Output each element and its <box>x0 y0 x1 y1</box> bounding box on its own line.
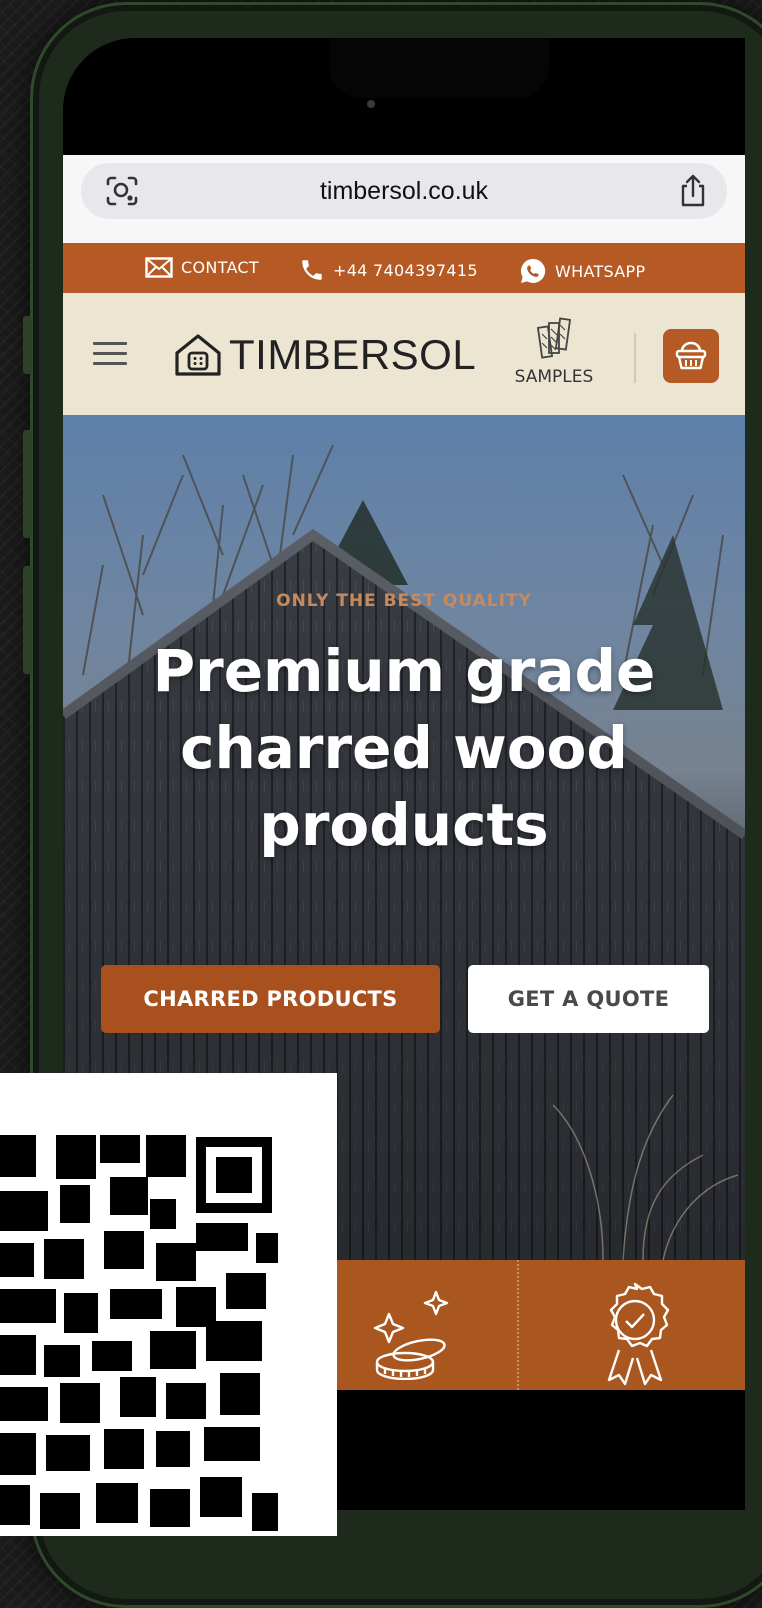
phone-link[interactable]: +44 7404397415 <box>299 257 478 283</box>
feature-divider <box>517 1260 519 1390</box>
dynamic-island <box>329 38 549 98</box>
share-icon[interactable] <box>676 173 710 209</box>
side-button <box>23 430 32 538</box>
browser-address-bar: timbersol.co.uk <box>63 155 745 243</box>
headline-line: products <box>259 791 549 859</box>
charred-products-button[interactable]: CHARRED PRODUCTS <box>101 965 440 1033</box>
basket-button[interactable] <box>663 329 719 383</box>
camera-dot <box>367 100 375 108</box>
whatsapp-link[interactable]: WHATSAPP <box>519 257 645 285</box>
headline-line: Premium grade <box>152 637 656 705</box>
url-text: timbersol.co.uk <box>319 177 489 205</box>
get-a-quote-button[interactable]: GET A QUOTE <box>468 965 709 1033</box>
qr-code <box>0 1073 337 1536</box>
headline-line: charred wood <box>180 714 628 782</box>
hamburger-menu-icon[interactable] <box>93 342 127 366</box>
contact-link[interactable]: CONTACT <box>145 257 259 278</box>
url-field[interactable]: timbersol.co.uk <box>81 163 727 219</box>
contact-label: CONTACT <box>181 258 259 277</box>
contact-bar: CONTACT +44 7404397415 WHATSAPP <box>63 243 745 293</box>
samples-label: SAMPLES <box>514 367 594 387</box>
quality-badge-icon <box>607 1282 670 1386</box>
logo-text: TIMBERSOL <box>229 331 477 378</box>
site-header: TIMBERSOL SAMPLES <box>63 293 745 415</box>
whatsapp-label: WHATSAPP <box>555 261 646 281</box>
nav-divider <box>634 333 636 383</box>
wood-samples-icon <box>536 317 572 359</box>
phone-label: +44 7404397415 <box>333 260 478 280</box>
house-logo-icon <box>175 334 221 376</box>
hero-headline: Premium grade charred wood products <box>63 633 745 864</box>
basket-icon <box>675 341 707 370</box>
qr-code-pattern <box>0 1135 278 1531</box>
site-logo[interactable]: TIMBERSOL <box>173 331 476 379</box>
samples-link[interactable]: SAMPLES <box>509 317 599 387</box>
side-button <box>23 316 32 374</box>
hero-eyebrow: ONLY THE BEST QUALITY <box>276 591 532 611</box>
whatsapp-icon <box>520 258 546 283</box>
mail-icon <box>145 257 173 278</box>
coins-sparkle-icon <box>373 1290 449 1380</box>
side-button <box>23 566 32 674</box>
phone-icon <box>302 260 322 280</box>
